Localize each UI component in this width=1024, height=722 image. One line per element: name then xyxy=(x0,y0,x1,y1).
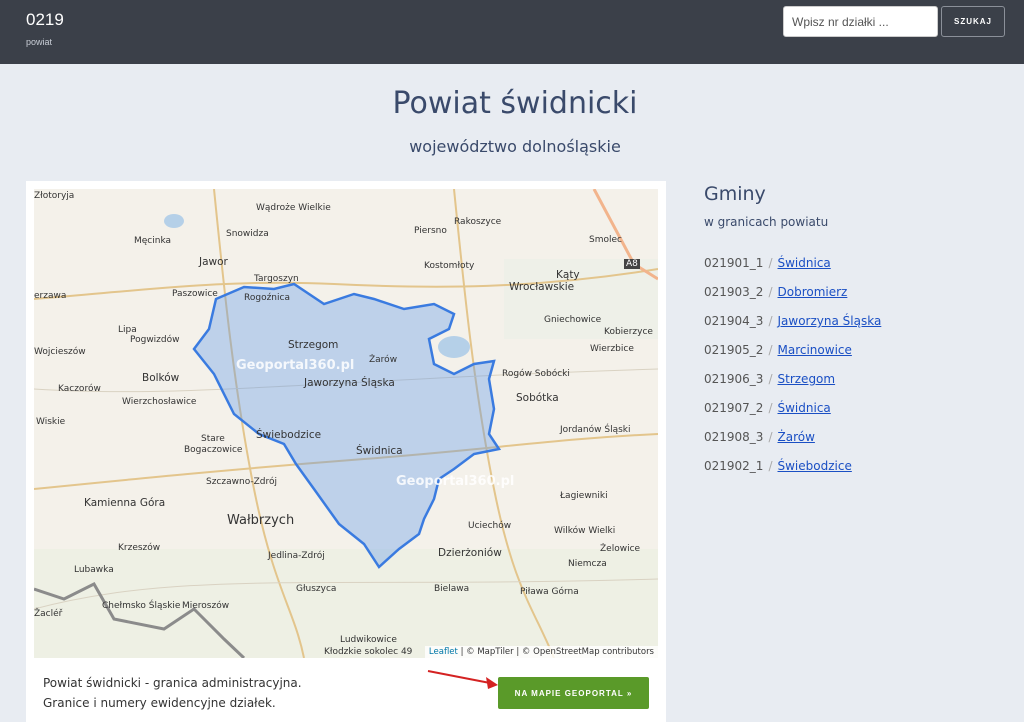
list-item: 021905_2/Marcinowice xyxy=(704,343,852,357)
map-label: Bolków xyxy=(142,372,180,384)
map-label: Strzegom xyxy=(288,339,339,351)
gmina-link[interactable]: Świdnica xyxy=(778,401,831,415)
map-label: Chełmsko Śląskie xyxy=(102,601,181,611)
brand-code[interactable]: 0219 xyxy=(26,10,64,30)
list-item: 021903_2/Dobromierz xyxy=(704,285,848,299)
map-label: Wierzbice xyxy=(590,344,634,354)
map-label: Kłodzkie sokolec 49 xyxy=(324,647,413,657)
search-button[interactable]: SZUKAJ xyxy=(941,6,1005,37)
map-label: Bogaczowice xyxy=(184,445,243,455)
map-label: Žacléř xyxy=(34,609,63,619)
map-description-line1: Powiat świdnicki - granica administracyj… xyxy=(43,676,302,690)
map-label: Kobierzyce xyxy=(604,327,653,337)
gmina-link[interactable]: Marcinowice xyxy=(778,343,852,357)
map-label: Jaworzyna Śląska xyxy=(304,377,395,389)
map-label: Smolec xyxy=(589,235,622,245)
map-label: Stare xyxy=(201,434,225,444)
open-geoportal-button[interactable]: NA MAPIE GEOPORTAL » xyxy=(498,677,649,709)
gminy-subtitle: w granicach powiatu xyxy=(704,215,829,229)
map-label: Targoszyn xyxy=(254,274,299,284)
map-attribution: Leaflet | © MapTiler | © OpenStreetMap c… xyxy=(424,646,658,658)
map-label: Rogów Sobócki xyxy=(502,369,570,379)
list-item: 021901_1/Świdnica xyxy=(704,256,831,270)
map-label: Mieroszów xyxy=(182,601,230,611)
map-label: Lubawka xyxy=(74,565,114,575)
map-label: Głuszyca xyxy=(296,584,337,594)
gmina-link[interactable]: Dobromierz xyxy=(778,285,848,299)
gmina-link[interactable]: Świebodzice xyxy=(778,459,852,473)
list-item: 021906_3/Strzegom xyxy=(704,372,836,386)
map-view[interactable]: Złotoryja Wądroże Wielkie Męcinka Snowid… xyxy=(34,189,658,658)
map-label: Paszowice xyxy=(172,289,218,299)
map-label: Ludwikowice xyxy=(340,635,397,645)
gminy-title: Gminy xyxy=(704,183,766,205)
map-label: Złotoryja xyxy=(34,191,75,201)
map-label: Krzeszów xyxy=(118,543,161,553)
map-label: Niemcza xyxy=(568,559,607,569)
map-label: Świdnica xyxy=(356,445,403,457)
gmina-link[interactable]: Jaworzyna Śląska xyxy=(778,314,882,328)
map-label: Wierzchosławice xyxy=(122,397,197,407)
map-description-line2: Granice i numery ewidencyjne działek. xyxy=(43,696,276,710)
map-label: Kaczorów xyxy=(58,384,101,394)
map-label: Kąty xyxy=(556,269,580,281)
map-label: Jedlina-Zdrój xyxy=(268,551,325,561)
map-label: Szczawno-Zdrój xyxy=(206,477,277,487)
gmina-link[interactable]: Strzegom xyxy=(778,372,836,386)
map-label: Wrocławskie xyxy=(509,281,575,293)
map-label: Rogoźnica xyxy=(244,293,290,303)
map-label: Męcinka xyxy=(134,236,172,246)
parcel-search-input[interactable] xyxy=(783,6,938,37)
page-subtitle: województwo dolnośląskie xyxy=(409,137,621,156)
gmina-link[interactable]: Żarów xyxy=(778,430,815,444)
map-card: Złotoryja Wądroże Wielkie Męcinka Snowid… xyxy=(26,181,666,722)
map-label: Kostomłoty xyxy=(424,261,475,271)
brand-type: powiat xyxy=(26,37,53,47)
map-label: Pogwizdów xyxy=(130,335,180,345)
pointer-arrow-icon xyxy=(427,670,498,689)
list-item: 021907_2/Świdnica xyxy=(704,401,831,415)
map-label: Jordanów Śląski xyxy=(560,425,631,435)
map-label: Uciechów xyxy=(468,521,512,531)
map-label: Wojcieszów xyxy=(34,347,86,357)
map-label: erzawa xyxy=(34,291,67,301)
map-label: Łagiewniki xyxy=(560,491,608,501)
list-item: 021908_3/Żarów xyxy=(704,430,815,444)
map-label: Rakoszyce xyxy=(454,217,502,227)
map-label: Jawor xyxy=(199,256,228,268)
geoportal-watermark: Geoportal360.pl xyxy=(396,474,515,489)
map-label: Żarów xyxy=(369,355,398,365)
map-label: Snowidza xyxy=(226,229,269,239)
gminy-list: 021901_1/Świdnica 021903_2/Dobromierz 02… xyxy=(704,256,881,488)
gmina-link[interactable]: Świdnica xyxy=(778,256,831,270)
map-label: Wałbrzych xyxy=(227,513,295,528)
geoportal-watermark: Geoportal360.pl xyxy=(236,358,355,373)
list-item: 021902_1/Świebodzice xyxy=(704,459,852,473)
map-label: Wilków Wielki xyxy=(554,526,616,536)
page-title: Powiat świdnicki xyxy=(392,86,638,121)
map-label: Bielawa xyxy=(434,584,470,594)
map-label: Kamienna Góra xyxy=(84,497,166,509)
top-navbar: 0219 powiat SZUKAJ xyxy=(0,0,1024,64)
map-label: Wiskie xyxy=(36,417,66,427)
map-label: Świebodzice xyxy=(256,429,322,441)
list-item: 021904_3/Jaworzyna Śląska xyxy=(704,314,882,328)
map-label: Żelowice xyxy=(600,544,641,554)
map-label: Sobótka xyxy=(516,392,559,404)
map-label: Lipa xyxy=(118,325,137,335)
map-label: Gniechowice xyxy=(544,315,602,325)
map-label: Dzierżoniów xyxy=(438,547,502,559)
map-label: Wądroże Wielkie xyxy=(256,203,331,213)
map-label: Piersno xyxy=(414,226,447,236)
road-shield: A8 xyxy=(624,259,640,269)
map-label: Piława Górna xyxy=(520,587,579,597)
leaflet-link[interactable]: Leaflet xyxy=(429,647,458,657)
